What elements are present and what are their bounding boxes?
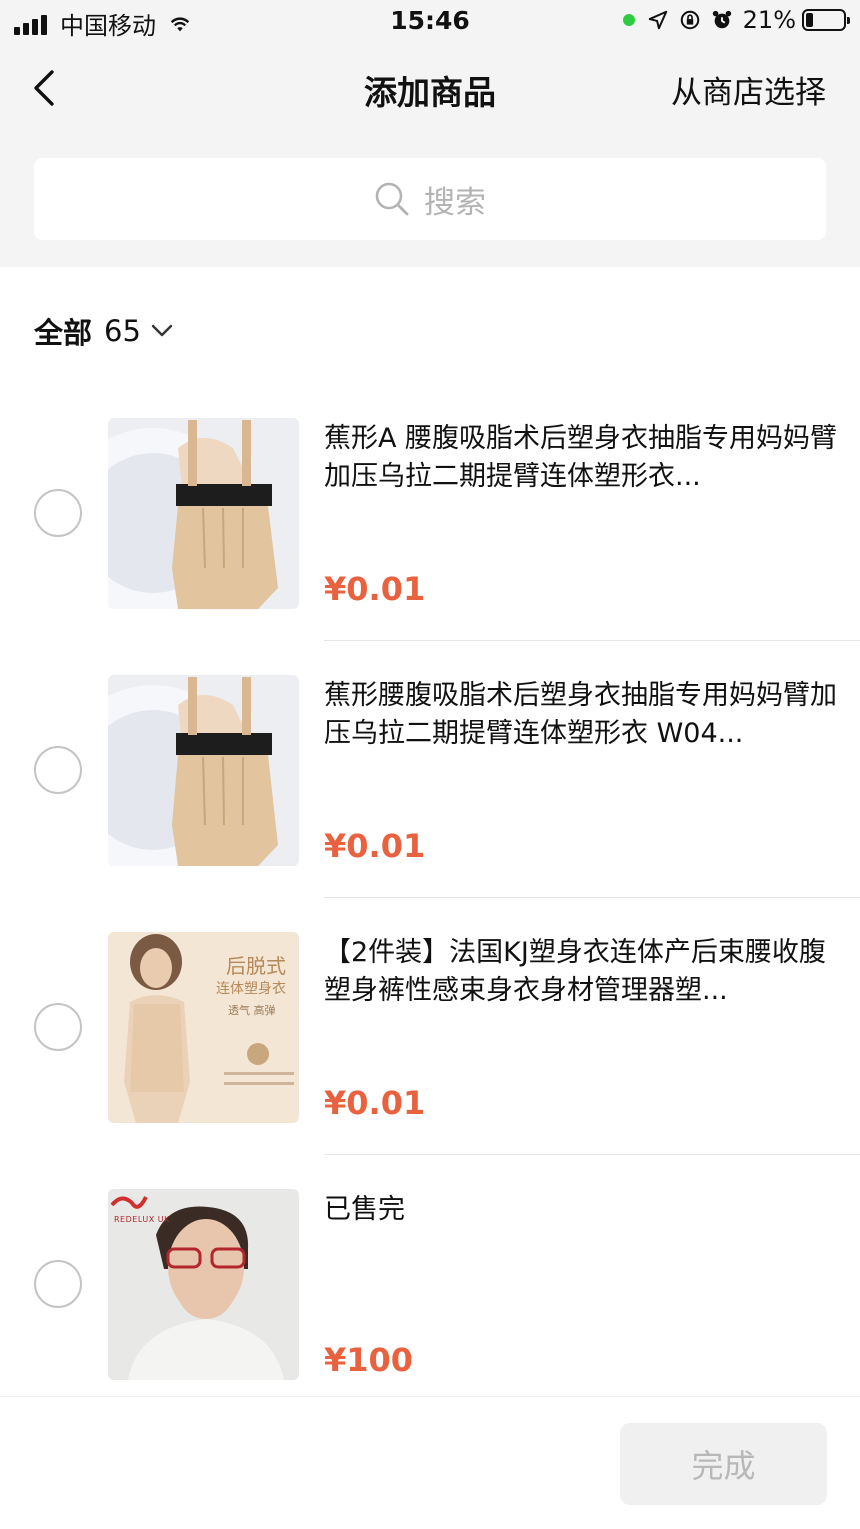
product-title: 已售完 <box>324 1194 405 1225</box>
done-button[interactable]: 完成 <box>620 1423 827 1505</box>
product-title: 【2件装】法国KJ塑身衣连体产后束腰收腹塑身裤性感束身衣身材管理器塑... <box>324 937 826 1006</box>
status-right: 21% <box>622 6 850 34</box>
rotation-lock-icon <box>680 10 699 30</box>
thumb-logo-text: REDELUX UK <box>114 1215 170 1224</box>
product-item[interactable]: 蕉形腰腹吸脂术后塑身衣抽脂专用妈妈臂加压乌拉二期提臂连体塑形衣 W04... ¥… <box>0 641 860 898</box>
search-placeholder: 搜索 <box>424 184 486 221</box>
thumb-heading-2: 连体塑身衣 <box>216 981 286 997</box>
product-thumbnail: 后脱式 连体塑身衣 透气 高弹 <box>108 932 299 1123</box>
product-price: ¥0.01 <box>324 570 426 608</box>
alarm-icon <box>712 10 731 29</box>
select-radio[interactable] <box>34 1260 82 1308</box>
thumb-subtitle: 透气 高弹 <box>228 1004 276 1017</box>
select-radio[interactable] <box>34 489 82 537</box>
camera-in-use-indicator <box>622 14 635 26</box>
battery-percent: 21% <box>742 6 796 34</box>
product-thumbnail <box>108 675 299 866</box>
product-title: 蕉形A 腰腹吸脂术后塑身衣抽脂专用妈妈臂加压乌拉二期提臂连体塑形衣... <box>324 423 838 492</box>
filter-count: 65 <box>104 314 141 348</box>
product-item[interactable]: 后脱式 连体塑身衣 透气 高弹 【2件装】法国KJ塑身衣连体产后束腰收腹塑身裤性… <box>0 898 860 1155</box>
product-price: ¥0.01 <box>324 1084 426 1122</box>
product-price: ¥0.01 <box>324 827 426 865</box>
header-area: 中国移动 15:46 21% 添加商品 从商店选择 搜索 <box>0 0 860 267</box>
category-filter-dropdown[interactable]: 全部 65 <box>34 310 173 352</box>
location-arrow-icon <box>648 10 667 30</box>
product-thumbnail <box>108 418 299 609</box>
search-icon <box>375 182 409 216</box>
status-bar: 中国移动 15:46 21% <box>0 0 860 44</box>
select-radio[interactable] <box>34 1003 82 1051</box>
select-from-store-button[interactable]: 从商店选择 <box>671 67 826 112</box>
chevron-down-icon <box>151 324 173 337</box>
thumb-heading: 后脱式 <box>226 954 286 978</box>
select-radio[interactable] <box>34 746 82 794</box>
product-title: 蕉形腰腹吸脂术后塑身衣抽脂专用妈妈臂加压乌拉二期提臂连体塑形衣 W04... <box>324 680 837 749</box>
product-price: ¥100 <box>324 1341 414 1379</box>
bottom-bar: 完成 <box>0 1396 860 1529</box>
product-thumbnail: REDELUX UK <box>108 1189 299 1380</box>
filter-label: 全部 <box>34 316 93 350</box>
product-item[interactable]: 蕉形A 腰腹吸脂术后塑身衣抽脂专用妈妈臂加压乌拉二期提臂连体塑形衣... ¥0.… <box>0 384 860 641</box>
product-item[interactable]: REDELUX UK 已售完 ¥100 <box>0 1155 860 1412</box>
battery-icon <box>802 9 850 31</box>
search-input[interactable]: 搜索 <box>34 158 826 240</box>
